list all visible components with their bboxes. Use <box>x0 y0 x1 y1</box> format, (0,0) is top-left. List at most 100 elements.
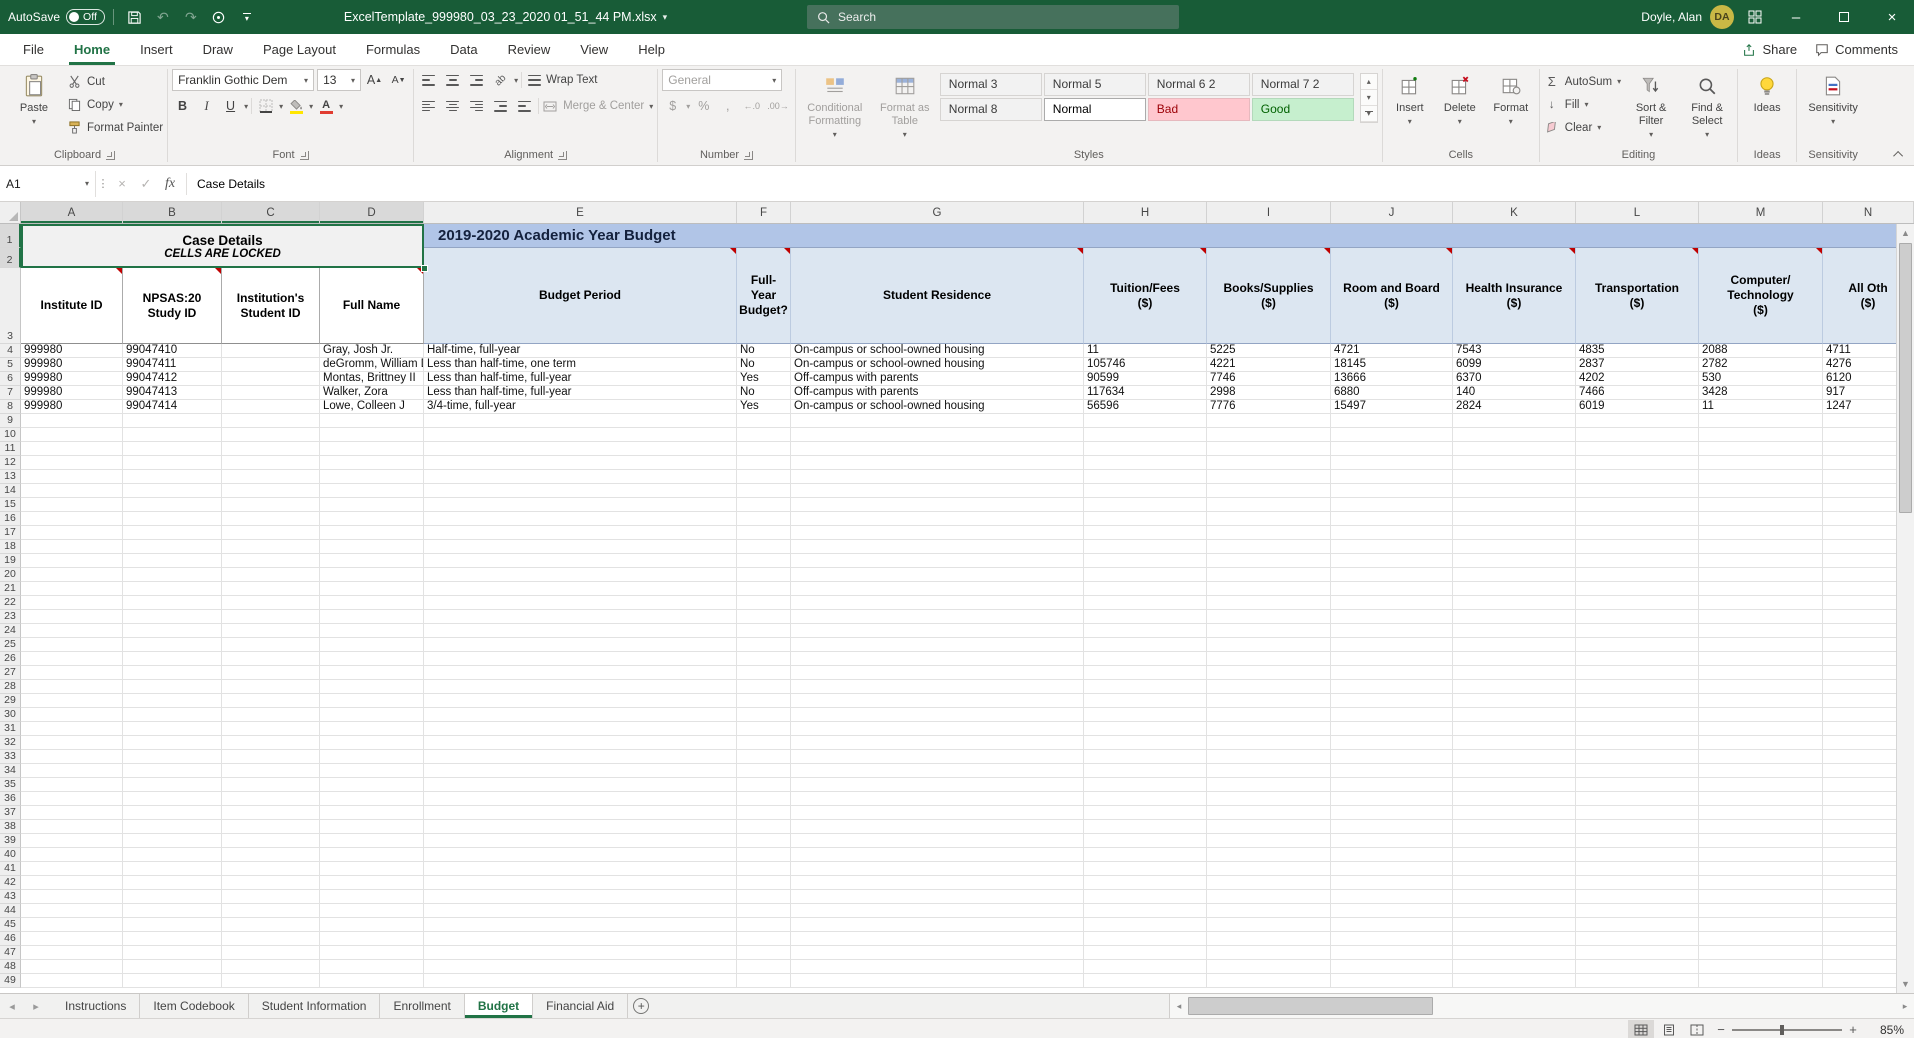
cell-H22[interactable] <box>1084 596 1207 610</box>
column-header-J[interactable]: J <box>1331 202 1453 223</box>
cell-L13[interactable] <box>1576 470 1699 484</box>
row-header-3[interactable]: 3 <box>0 268 21 344</box>
cell-B9[interactable] <box>123 414 222 428</box>
cell-E21[interactable] <box>424 582 737 596</box>
cell-H45[interactable] <box>1084 918 1207 932</box>
case-details-cell[interactable]: Case Details CELLS ARE LOCKED <box>21 224 424 268</box>
cell-H32[interactable] <box>1084 736 1207 750</box>
cell-B42[interactable] <box>123 876 222 890</box>
cell-J35[interactable] <box>1331 778 1453 792</box>
cell-I7[interactable]: 2998 <box>1207 386 1331 400</box>
cell-E38[interactable] <box>424 820 737 834</box>
cell-M10[interactable] <box>1699 428 1823 442</box>
cell-L25[interactable] <box>1576 638 1699 652</box>
cell-C18[interactable] <box>222 540 320 554</box>
cell-H18[interactable] <box>1084 540 1207 554</box>
row-header-32[interactable]: 32 <box>0 736 21 750</box>
cell-B34[interactable] <box>123 764 222 778</box>
cell-M5[interactable]: 2782 <box>1699 358 1823 372</box>
cell-M14[interactable] <box>1699 484 1823 498</box>
cell-A7[interactable]: 999980 <box>21 386 123 400</box>
cell-A47[interactable] <box>21 946 123 960</box>
cell-K40[interactable] <box>1453 848 1576 862</box>
cell-A6[interactable]: 999980 <box>21 372 123 386</box>
horizontal-scrollbar[interactable]: ◂ ▸ <box>1169 994 1914 1018</box>
row-header-1[interactable]: 1 <box>0 224 21 248</box>
cell-M34[interactable] <box>1699 764 1823 778</box>
header-cell-E3[interactable]: Budget Period <box>424 248 737 344</box>
cell-D9[interactable] <box>320 414 424 428</box>
row-header-44[interactable]: 44 <box>0 904 21 918</box>
cell-G37[interactable] <box>791 806 1084 820</box>
cell-I10[interactable] <box>1207 428 1331 442</box>
cell-F10[interactable] <box>737 428 791 442</box>
cell-C45[interactable] <box>222 918 320 932</box>
cell-D47[interactable] <box>320 946 424 960</box>
cell-F23[interactable] <box>737 610 791 624</box>
cell-D24[interactable] <box>320 624 424 638</box>
cell-style-normal[interactable]: Normal <box>1044 98 1146 121</box>
cell-J34[interactable] <box>1331 764 1453 778</box>
cell-K21[interactable] <box>1453 582 1576 596</box>
font-color-button[interactable]: A <box>316 98 336 114</box>
cell-C30[interactable] <box>222 708 320 722</box>
cell-C27[interactable] <box>222 666 320 680</box>
column-header-N[interactable]: N <box>1823 202 1914 223</box>
row-header-29[interactable]: 29 <box>0 694 21 708</box>
number-dialog-launcher[interactable] <box>744 151 753 160</box>
cell-M47[interactable] <box>1699 946 1823 960</box>
row-header-49[interactable]: 49 <box>0 974 21 988</box>
cell-F4[interactable]: No <box>737 344 791 358</box>
cell-K44[interactable] <box>1453 904 1576 918</box>
cell-E19[interactable] <box>424 554 737 568</box>
cell-H21[interactable] <box>1084 582 1207 596</box>
ribbon-tab-page-layout[interactable]: Page Layout <box>248 34 351 65</box>
cell-M11[interactable] <box>1699 442 1823 456</box>
delete-cells-button[interactable]: Delete ▾ <box>1437 69 1483 128</box>
cell-L19[interactable] <box>1576 554 1699 568</box>
cell-G4[interactable]: On-campus or school-owned housing <box>791 344 1084 358</box>
cell-M8[interactable]: 11 <box>1699 400 1823 414</box>
cell-K19[interactable] <box>1453 554 1576 568</box>
cell-H34[interactable] <box>1084 764 1207 778</box>
cell-H49[interactable] <box>1084 974 1207 988</box>
cell-H38[interactable] <box>1084 820 1207 834</box>
cell-I11[interactable] <box>1207 442 1331 456</box>
cell-M21[interactable] <box>1699 582 1823 596</box>
header-cell-L3[interactable]: Transportation($) <box>1576 248 1699 344</box>
header-cell-J3[interactable]: Room and Board($) <box>1331 248 1453 344</box>
cell-C11[interactable] <box>222 442 320 456</box>
cell-J46[interactable] <box>1331 932 1453 946</box>
cell-D6[interactable]: Montas, Brittney II <box>320 372 424 386</box>
cell-D46[interactable] <box>320 932 424 946</box>
cell-K29[interactable] <box>1453 694 1576 708</box>
cell-C48[interactable] <box>222 960 320 974</box>
cell-A12[interactable] <box>21 456 123 470</box>
cell-M15[interactable] <box>1699 498 1823 512</box>
cell-D17[interactable] <box>320 526 424 540</box>
row-header-34[interactable]: 34 <box>0 764 21 778</box>
cell-L46[interactable] <box>1576 932 1699 946</box>
number-format-combo[interactable]: General ▾ <box>662 69 782 91</box>
cell-G49[interactable] <box>791 974 1084 988</box>
cell-H17[interactable] <box>1084 526 1207 540</box>
cell-G18[interactable] <box>791 540 1084 554</box>
cell-G13[interactable] <box>791 470 1084 484</box>
cell-D13[interactable] <box>320 470 424 484</box>
cell-I49[interactable] <box>1207 974 1331 988</box>
cell-F24[interactable] <box>737 624 791 638</box>
cell-F49[interactable] <box>737 974 791 988</box>
cell-J36[interactable] <box>1331 792 1453 806</box>
cell-H19[interactable] <box>1084 554 1207 568</box>
cell-J41[interactable] <box>1331 862 1453 876</box>
header-cell-M3[interactable]: Computer/Technology($) <box>1699 248 1823 344</box>
cell-K49[interactable] <box>1453 974 1576 988</box>
column-header-D[interactable]: D <box>320 202 424 223</box>
cell-I33[interactable] <box>1207 750 1331 764</box>
row-header-27[interactable]: 27 <box>0 666 21 680</box>
cell-M38[interactable] <box>1699 820 1823 834</box>
cell-H7[interactable]: 117634 <box>1084 386 1207 400</box>
cell-J45[interactable] <box>1331 918 1453 932</box>
cell-I25[interactable] <box>1207 638 1331 652</box>
row-header-14[interactable]: 14 <box>0 484 21 498</box>
